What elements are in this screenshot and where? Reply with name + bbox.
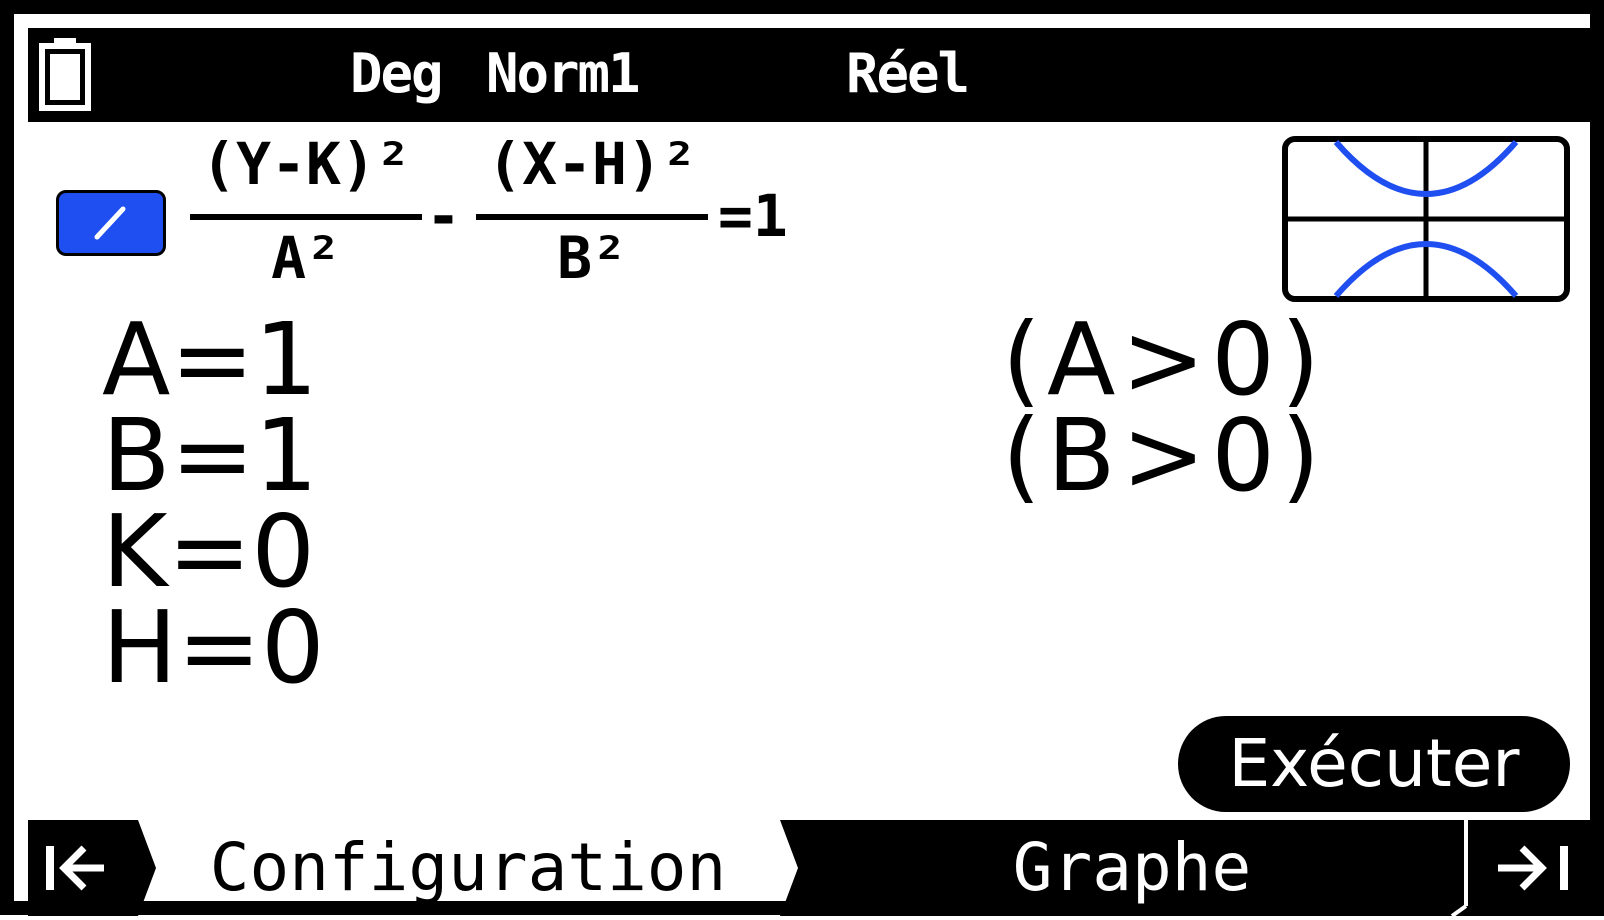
tab-configuration[interactable]: Configuration <box>156 820 780 916</box>
bottom-tab-bar: Configuration Graphe <box>28 820 1604 916</box>
status-bar: Deg Norm1 Réel <box>28 28 1604 122</box>
numerator-1: (Y-K)² <box>201 130 411 198</box>
graph-preview <box>1282 136 1570 306</box>
calculator-screen: Deg Norm1 Réel (Y-K)² A² - (X-H)² B² =1 <box>0 0 1604 916</box>
fraction-bar-2 <box>476 214 708 220</box>
condition-a: (A>0) <box>1002 301 1326 418</box>
display-mode-indicator: Norm1 <box>486 42 641 105</box>
variable-a[interactable]: A=1 <box>102 310 318 410</box>
denominator-1: A² <box>271 224 341 292</box>
jump-to-end-button[interactable] <box>1472 820 1604 916</box>
pencil-icon <box>94 206 126 240</box>
angle-mode-indicator: Deg <box>350 42 444 105</box>
fraction-2: (X-H)² B² <box>476 132 708 290</box>
denominator-2: B² <box>557 224 627 292</box>
jump-to-start-button[interactable] <box>28 820 148 916</box>
execute-button[interactable]: Exécuter <box>1178 716 1570 812</box>
jump-to-start-icon <box>46 845 104 891</box>
numerator-2: (X-H)² <box>487 130 697 198</box>
fraction-bar-1 <box>190 214 422 220</box>
variable-k[interactable]: K=0 <box>102 502 315 602</box>
minus-operator: - <box>426 182 461 250</box>
complex-mode-indicator: Réel <box>846 42 970 105</box>
tab-graph[interactable]: Graphe <box>798 820 1466 916</box>
edit-formula-button[interactable] <box>56 190 166 256</box>
battery-icon <box>38 36 92 116</box>
variable-b[interactable]: B=1 <box>102 406 318 506</box>
jump-to-end-icon <box>1498 845 1568 891</box>
equals-one: =1 <box>718 182 788 250</box>
fraction-1: (Y-K)² A² <box>190 132 422 290</box>
variable-h[interactable]: H=0 <box>102 598 325 698</box>
condition-b: (B>0) <box>1002 397 1327 514</box>
